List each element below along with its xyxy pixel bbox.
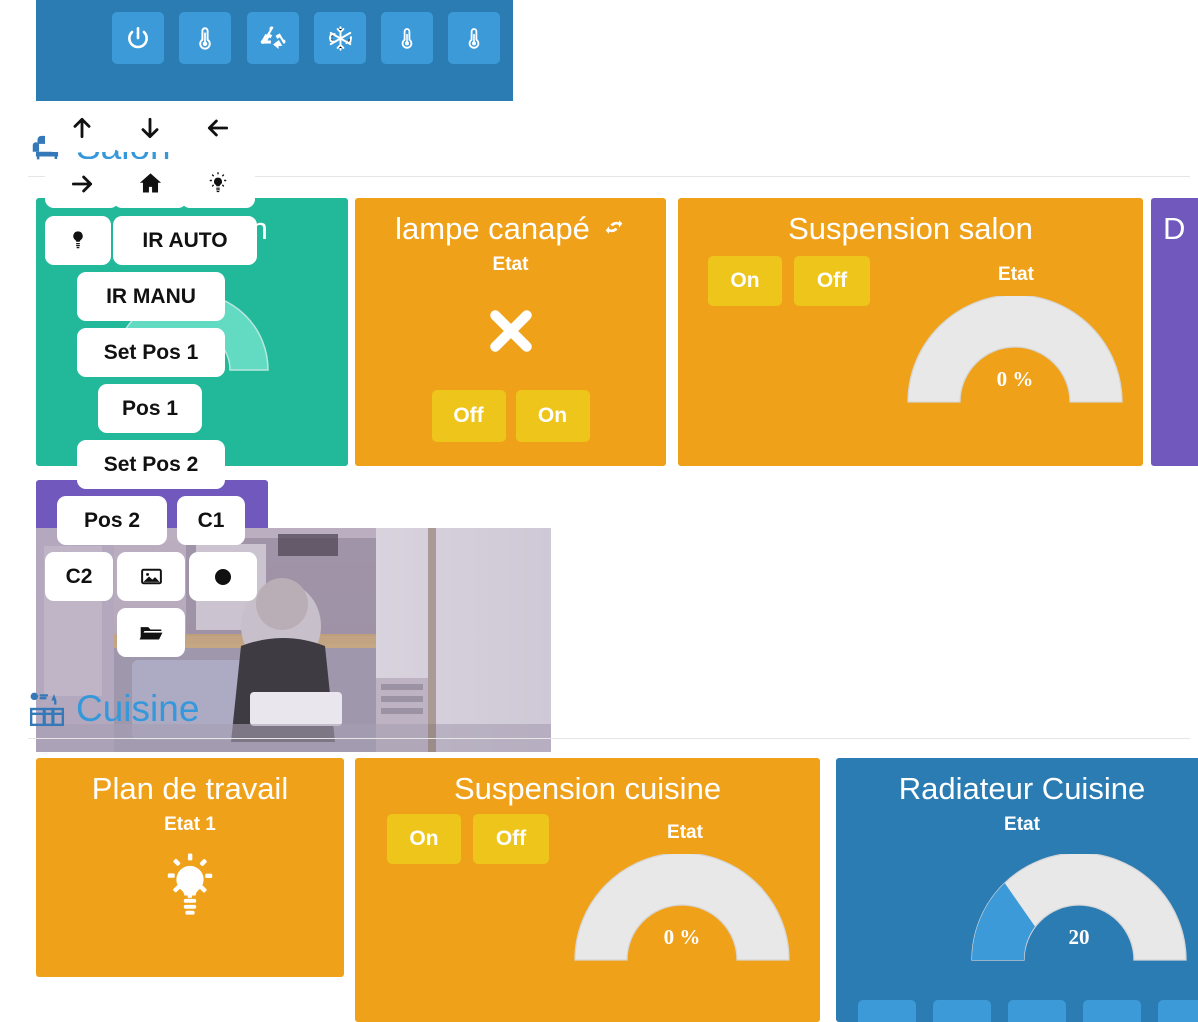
radiateur-cuisine-buttons — [858, 1000, 1198, 1022]
card-state-label: Etat — [667, 822, 703, 843]
section-divider — [28, 738, 1190, 739]
menu-set-pos-2[interactable]: Set Pos 2 — [77, 440, 225, 489]
menu-lightbulb-on[interactable] — [181, 159, 255, 208]
radiateur-cuisine-gauge-value: 20 — [1068, 925, 1090, 949]
card-lampe-canape[interactable]: lampe canapé Etat Off On — [355, 198, 666, 466]
menu-record[interactable] — [189, 552, 257, 601]
card-suspension-cuisine[interactable]: Suspension cuisine On Off Etat 0 % — [355, 758, 820, 1022]
menu-pos-1[interactable]: Pos 1 — [98, 384, 202, 433]
suspension-salon-buttons: On Off — [708, 256, 870, 306]
refresh-icon[interactable] — [602, 212, 626, 246]
arrow-down-icon — [137, 115, 163, 141]
suspension-salon-off-button[interactable]: Off — [794, 256, 870, 306]
arrow-up-icon — [69, 115, 95, 141]
suspension-salon-gauge-value: 0 % — [996, 367, 1034, 391]
menu-c1[interactable]: C1 — [177, 496, 245, 545]
snowflake-icon — [327, 25, 354, 52]
card-title: Radiateur Cuisine — [898, 771, 1146, 806]
card-radiateur-cuisine[interactable]: Radiateur Cuisine Etat 20 — [836, 758, 1198, 1022]
card-suspension-salon[interactable]: Suspension salon On Off Etat 0 % — [678, 198, 1143, 466]
kitchen-icon — [28, 690, 66, 728]
menu-arrow-right[interactable] — [45, 159, 119, 208]
menu-home[interactable] — [113, 159, 187, 208]
card-title: lampe canapé — [355, 198, 666, 246]
lampe-canape-off-button[interactable]: Off — [431, 390, 506, 442]
lampe-canape-buttons: Off On — [355, 390, 666, 442]
menu-snapshot[interactable] — [117, 552, 185, 601]
thermometer-button-2[interactable] — [381, 12, 433, 64]
card-plan-de-travail[interactable]: Plan de travail Etat 1 — [36, 758, 344, 977]
card-state-label: Etat 1 — [164, 814, 216, 836]
suspension-cuisine-buttons: On Off — [387, 814, 549, 864]
card-purple-right[interactable]: D — [1151, 198, 1198, 466]
card-state-label: Etat — [492, 254, 529, 276]
power-button[interactable] — [112, 12, 164, 64]
radiateur-cuisine-gauge: 20 — [968, 854, 1190, 964]
recycle-button[interactable] — [247, 12, 299, 64]
menu-pos-2[interactable]: Pos 2 — [57, 496, 167, 545]
section-title-cuisine: Cuisine — [76, 688, 200, 729]
snowflake-button[interactable] — [314, 12, 366, 64]
menu-ir-manu[interactable]: IR MANU — [77, 272, 225, 321]
lampe-canape-on-button[interactable]: On — [515, 390, 590, 442]
card-title: Plan de travail — [91, 771, 289, 806]
thermometer-button-3[interactable] — [448, 12, 500, 64]
power-icon — [125, 25, 151, 51]
menu-lightbulb[interactable] — [45, 216, 111, 265]
top-toolbar — [36, 0, 513, 101]
section-header-cuisine: Cuisine — [28, 688, 1190, 739]
suspension-cuisine-gauge-value: 0 % — [663, 925, 701, 949]
menu-ir-auto[interactable]: IR AUTO — [113, 216, 257, 265]
radiateur-button-5[interactable] — [1158, 1000, 1198, 1022]
lightbulb-icon — [66, 228, 90, 254]
menu-c2[interactable]: C2 — [45, 552, 113, 601]
lightbulb-on-icon — [205, 171, 231, 197]
menu-arrow-left[interactable] — [181, 103, 255, 152]
menu-folder[interactable] — [117, 608, 185, 657]
home-icon — [137, 170, 164, 197]
suspension-cuisine-on-button[interactable]: On — [387, 814, 461, 864]
radiateur-button-1[interactable] — [858, 1000, 916, 1022]
arrow-left-icon — [205, 115, 231, 141]
card-state-label: Etat — [998, 264, 1034, 285]
card-title: Suspension salon — [788, 211, 1033, 246]
lightbulb-on-icon — [36, 852, 344, 925]
thermometer-icon — [192, 25, 218, 51]
card-title: D — [1163, 211, 1186, 246]
image-icon — [139, 564, 164, 589]
card-title: Suspension cuisine — [453, 771, 722, 806]
thermometer-icon — [395, 26, 419, 50]
record-icon — [211, 565, 235, 589]
recycle-icon — [260, 25, 287, 52]
radiateur-button-4[interactable] — [1083, 1000, 1141, 1022]
folder-icon — [138, 620, 164, 646]
thermometer-button-1[interactable] — [179, 12, 231, 64]
suspension-cuisine-off-button[interactable]: Off — [473, 814, 549, 864]
thermometer-icon — [462, 26, 486, 50]
menu-arrow-up[interactable] — [45, 103, 119, 152]
radiateur-button-3[interactable] — [1008, 1000, 1066, 1022]
arrow-right-icon — [69, 171, 95, 197]
card-title-text: lampe canapé — [395, 211, 590, 246]
cross-icon — [355, 302, 666, 365]
menu-arrow-down[interactable] — [113, 103, 187, 152]
suspension-salon-gauge: 0 % — [904, 296, 1126, 406]
suspension-cuisine-gauge: 0 % — [571, 854, 793, 964]
radiateur-button-2[interactable] — [933, 1000, 991, 1022]
suspension-salon-on-button[interactable]: On — [708, 256, 782, 306]
card-state-label: Etat — [1004, 814, 1040, 836]
menu-set-pos-1[interactable]: Set Pos 1 — [77, 328, 225, 377]
dashboard-root: Salon Volet salon % lampe canapé Etat — [0, 0, 1198, 1022]
